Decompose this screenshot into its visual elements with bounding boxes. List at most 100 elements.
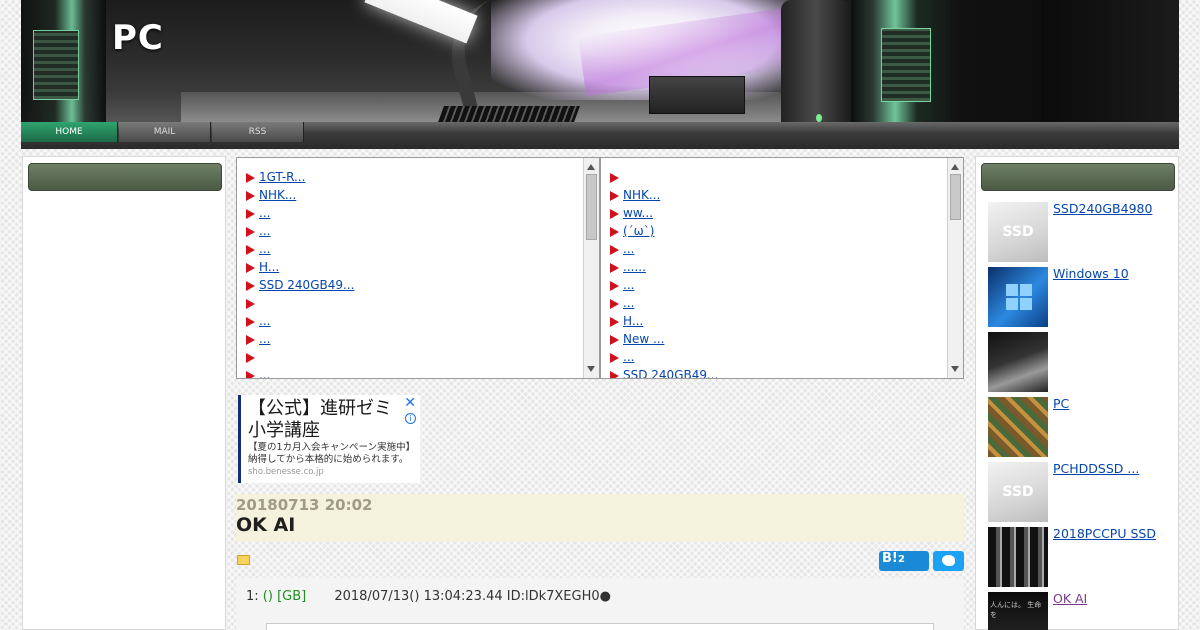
related-link[interactable]: ...	[623, 350, 682, 364]
article-thumbnail[interactable]	[988, 527, 1048, 587]
list-item: H...	[246, 258, 599, 276]
related-link[interactable]	[623, 170, 665, 184]
nav-mail[interactable]: MAIL	[119, 122, 211, 142]
related-link[interactable]: ...	[259, 206, 318, 220]
bullet-arrow-icon	[610, 298, 619, 309]
article-link[interactable]: PC	[1053, 396, 1178, 411]
list-item: ...	[610, 240, 963, 258]
related-link[interactable]: New ...	[623, 332, 712, 346]
list-item: ...	[246, 240, 599, 258]
related-link[interactable]: ......	[623, 260, 660, 274]
folder-icon[interactable]	[237, 555, 250, 565]
list-item: NHK...	[246, 186, 599, 204]
related-link[interactable]	[259, 350, 301, 364]
scroll-up-icon[interactable]	[951, 164, 959, 170]
header-pc-tower	[781, 0, 851, 122]
list-item: SSD PCHDDSSD ...	[988, 461, 1178, 526]
list-item: New ...	[610, 330, 963, 348]
related-link[interactable]: ...	[259, 224, 298, 238]
article-meta-bar: B! 2	[236, 548, 964, 572]
article-title: OK AI	[236, 514, 296, 536]
list-item: SSD 240GB49...	[610, 366, 963, 378]
related-link[interactable]: ...	[259, 368, 270, 378]
scroll-down-icon[interactable]	[951, 366, 959, 372]
header-pc-case-left	[21, 0, 106, 122]
related-link[interactable]: 1GT-R...	[259, 170, 339, 184]
bullet-arrow-icon	[246, 226, 255, 237]
scroll-thumb[interactable]	[586, 174, 597, 240]
list-item: ww...	[610, 204, 963, 222]
ad-title[interactable]: 【公式】進研ゼミ小学講座	[248, 398, 408, 442]
header-device	[649, 76, 745, 114]
twitter-share-button[interactable]	[933, 551, 964, 571]
list-item: Windows 10	[988, 266, 1178, 331]
bullet-arrow-icon	[610, 316, 619, 327]
bookmark-count: 2	[898, 554, 905, 565]
article-link[interactable]: OK AI	[1053, 591, 1178, 606]
related-link[interactable]: ...	[259, 332, 332, 346]
list-item: 2018PCCPU SSD	[988, 526, 1178, 591]
list-item	[246, 348, 599, 366]
article-link[interactable]	[1053, 339, 1069, 353]
article-thumbnail[interactable]	[988, 267, 1048, 327]
windows-logo-icon	[1006, 284, 1032, 310]
close-icon[interactable]: ✕	[404, 395, 416, 411]
list-item	[988, 331, 1178, 396]
related-link[interactable]: ...	[623, 242, 682, 256]
info-icon[interactable]: i	[405, 413, 416, 424]
nav-home[interactable]: HOME	[21, 122, 118, 142]
related-link[interactable]: ...	[623, 278, 662, 292]
related-link[interactable]: NHK...	[623, 188, 682, 202]
bullet-arrow-icon	[246, 262, 255, 273]
scroll-down-icon[interactable]	[587, 366, 595, 372]
article-link[interactable]: SSD240GB4980	[1053, 201, 1178, 216]
scrollbar[interactable]	[947, 158, 963, 378]
header-pc-case-right	[851, 0, 961, 122]
scrollbar[interactable]	[583, 158, 599, 378]
article-link[interactable]: Windows 10	[1053, 266, 1178, 281]
list-item: ...	[246, 222, 599, 240]
article-thumbnail[interactable]	[988, 397, 1048, 457]
article-thumbnail[interactable]	[988, 332, 1048, 392]
bullet-arrow-icon	[610, 280, 619, 291]
ad-banner[interactable]: 【公式】進研ゼミ小学講座 【夏の1カ月入会キャンペーン実施中】納得してから本格的…	[238, 395, 420, 483]
article-thumbnail[interactable]: SSD	[988, 202, 1048, 262]
article-link[interactable]: 2018PCCPU SSD	[1053, 526, 1178, 541]
bullet-arrow-icon	[246, 172, 255, 183]
article-header: 20180713 20:02 OK AI	[236, 494, 964, 542]
related-link[interactable]: H...	[623, 314, 721, 328]
related-link[interactable]: ...	[259, 314, 298, 328]
related-links-list: NHK... ww... (´ω`) ... ...... ... ... H.…	[601, 158, 963, 378]
related-link[interactable]: NHK...	[259, 188, 318, 202]
list-item: PC	[988, 396, 1178, 461]
nav-rss[interactable]: RSS	[212, 122, 304, 142]
related-link[interactable]: SSD 240GB49...	[259, 278, 358, 292]
list-item: ...	[610, 276, 963, 294]
related-link[interactable]: ww...	[623, 206, 679, 220]
list-item: SSD SSD240GB4980	[988, 201, 1178, 266]
site-title[interactable]: PC	[112, 18, 164, 58]
article-link[interactable]: PCHDDSSD ...	[1053, 461, 1178, 476]
scroll-thumb[interactable]	[950, 174, 961, 220]
list-item: 人んには。 生命を OK AI	[988, 591, 1178, 630]
post-content	[266, 623, 934, 630]
related-articles-list: SSD SSD240GB4980 Windows 10 PC SSD PCHDD…	[988, 201, 1178, 630]
ad-domain: sho.benesse.co.jp	[248, 467, 324, 477]
bullet-arrow-icon	[610, 262, 619, 273]
hatena-bookmark-button[interactable]: B! 2	[879, 551, 929, 571]
article-thumbnail[interactable]: 人んには。 生命を	[988, 592, 1048, 630]
related-link[interactable]: H...	[259, 260, 357, 274]
related-link[interactable]: ...	[623, 296, 682, 310]
related-link[interactable]	[259, 296, 301, 310]
post-number: 1:	[246, 589, 259, 604]
bullet-arrow-icon	[610, 190, 619, 201]
scroll-up-icon[interactable]	[587, 164, 595, 170]
post-body: 1: () [GB] 2018/07/13() 13:04:23.44 ID:l…	[236, 578, 964, 630]
related-link[interactable]: SSD 240GB49...	[623, 368, 718, 378]
bullet-arrow-icon	[610, 226, 619, 237]
related-link[interactable]: (´ω`)	[623, 224, 666, 238]
related-link[interactable]: ...	[259, 242, 318, 256]
bullet-arrow-icon	[246, 280, 255, 291]
header-keyboard	[438, 106, 580, 122]
article-thumbnail[interactable]: SSD	[988, 462, 1048, 522]
